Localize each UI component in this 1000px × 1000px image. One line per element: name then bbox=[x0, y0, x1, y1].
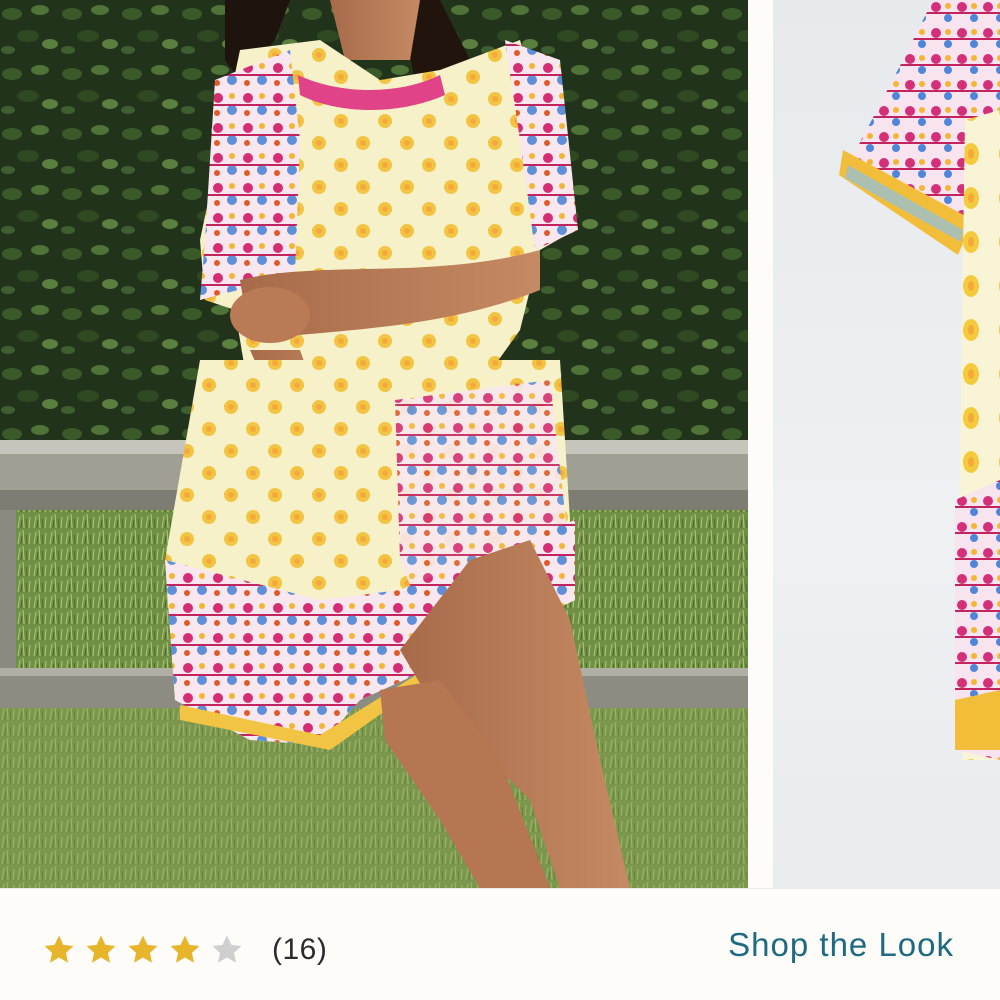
dress-product-photo[interactable] bbox=[773, 0, 1000, 888]
product-image-gallery[interactable] bbox=[0, 0, 1000, 888]
star-empty-icon bbox=[212, 935, 242, 963]
star-filled-icon bbox=[170, 935, 200, 963]
star-filled-icon bbox=[128, 935, 158, 963]
model-wearing-dress-photo[interactable] bbox=[0, 0, 748, 888]
review-count[interactable]: (16) bbox=[272, 933, 327, 967]
rating-stars bbox=[42, 933, 244, 967]
star-filled-icon bbox=[86, 935, 116, 963]
shop-the-look-link[interactable]: Shop the Look bbox=[728, 926, 954, 964]
product-rating[interactable]: (16) bbox=[42, 928, 327, 972]
star-filled-icon bbox=[44, 935, 74, 963]
